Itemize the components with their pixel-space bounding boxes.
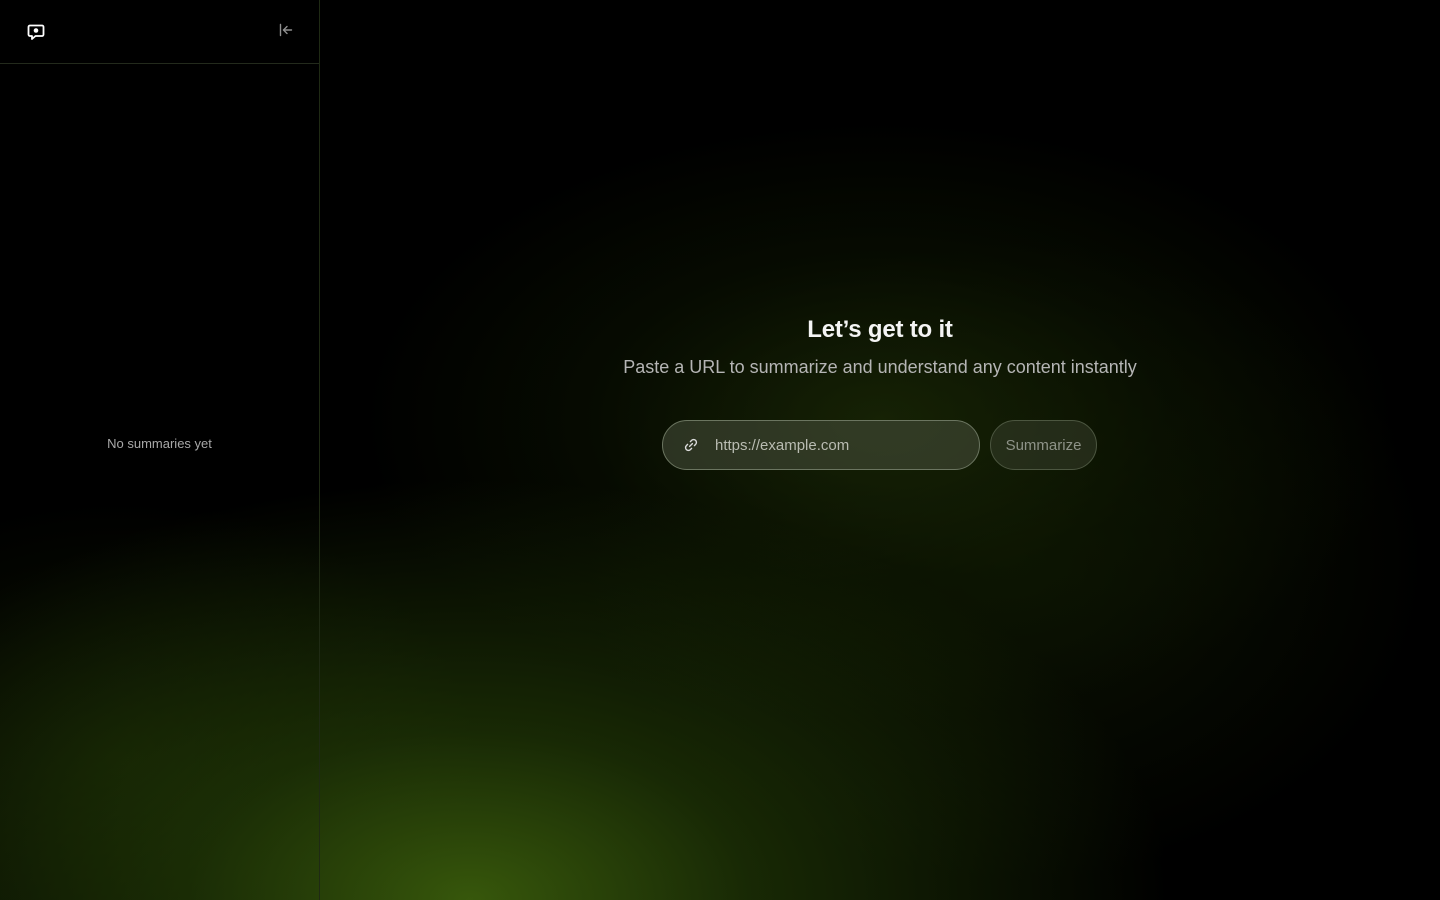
page-subtitle: Paste a URL to summarize and understand … bbox=[623, 357, 1137, 377]
empty-summaries-message: No summaries yet bbox=[107, 436, 212, 451]
sidebar: No summaries yet bbox=[0, 0, 320, 900]
collapse-sidebar-button[interactable] bbox=[276, 22, 296, 42]
app-window: No summaries yet Let’s get to it Paste a… bbox=[0, 0, 1440, 900]
sidebar-header bbox=[0, 0, 319, 64]
url-field[interactable] bbox=[662, 420, 980, 470]
collapse-left-icon bbox=[279, 23, 293, 42]
chat-bubble-icon bbox=[27, 23, 45, 41]
url-input[interactable] bbox=[715, 436, 955, 454]
main-content: Let’s get to it Paste a URL to summarize… bbox=[320, 0, 1440, 900]
page-title: Let’s get to it bbox=[807, 316, 953, 343]
summarize-button[interactable]: Summarize bbox=[990, 420, 1097, 470]
link-icon bbox=[684, 438, 698, 452]
